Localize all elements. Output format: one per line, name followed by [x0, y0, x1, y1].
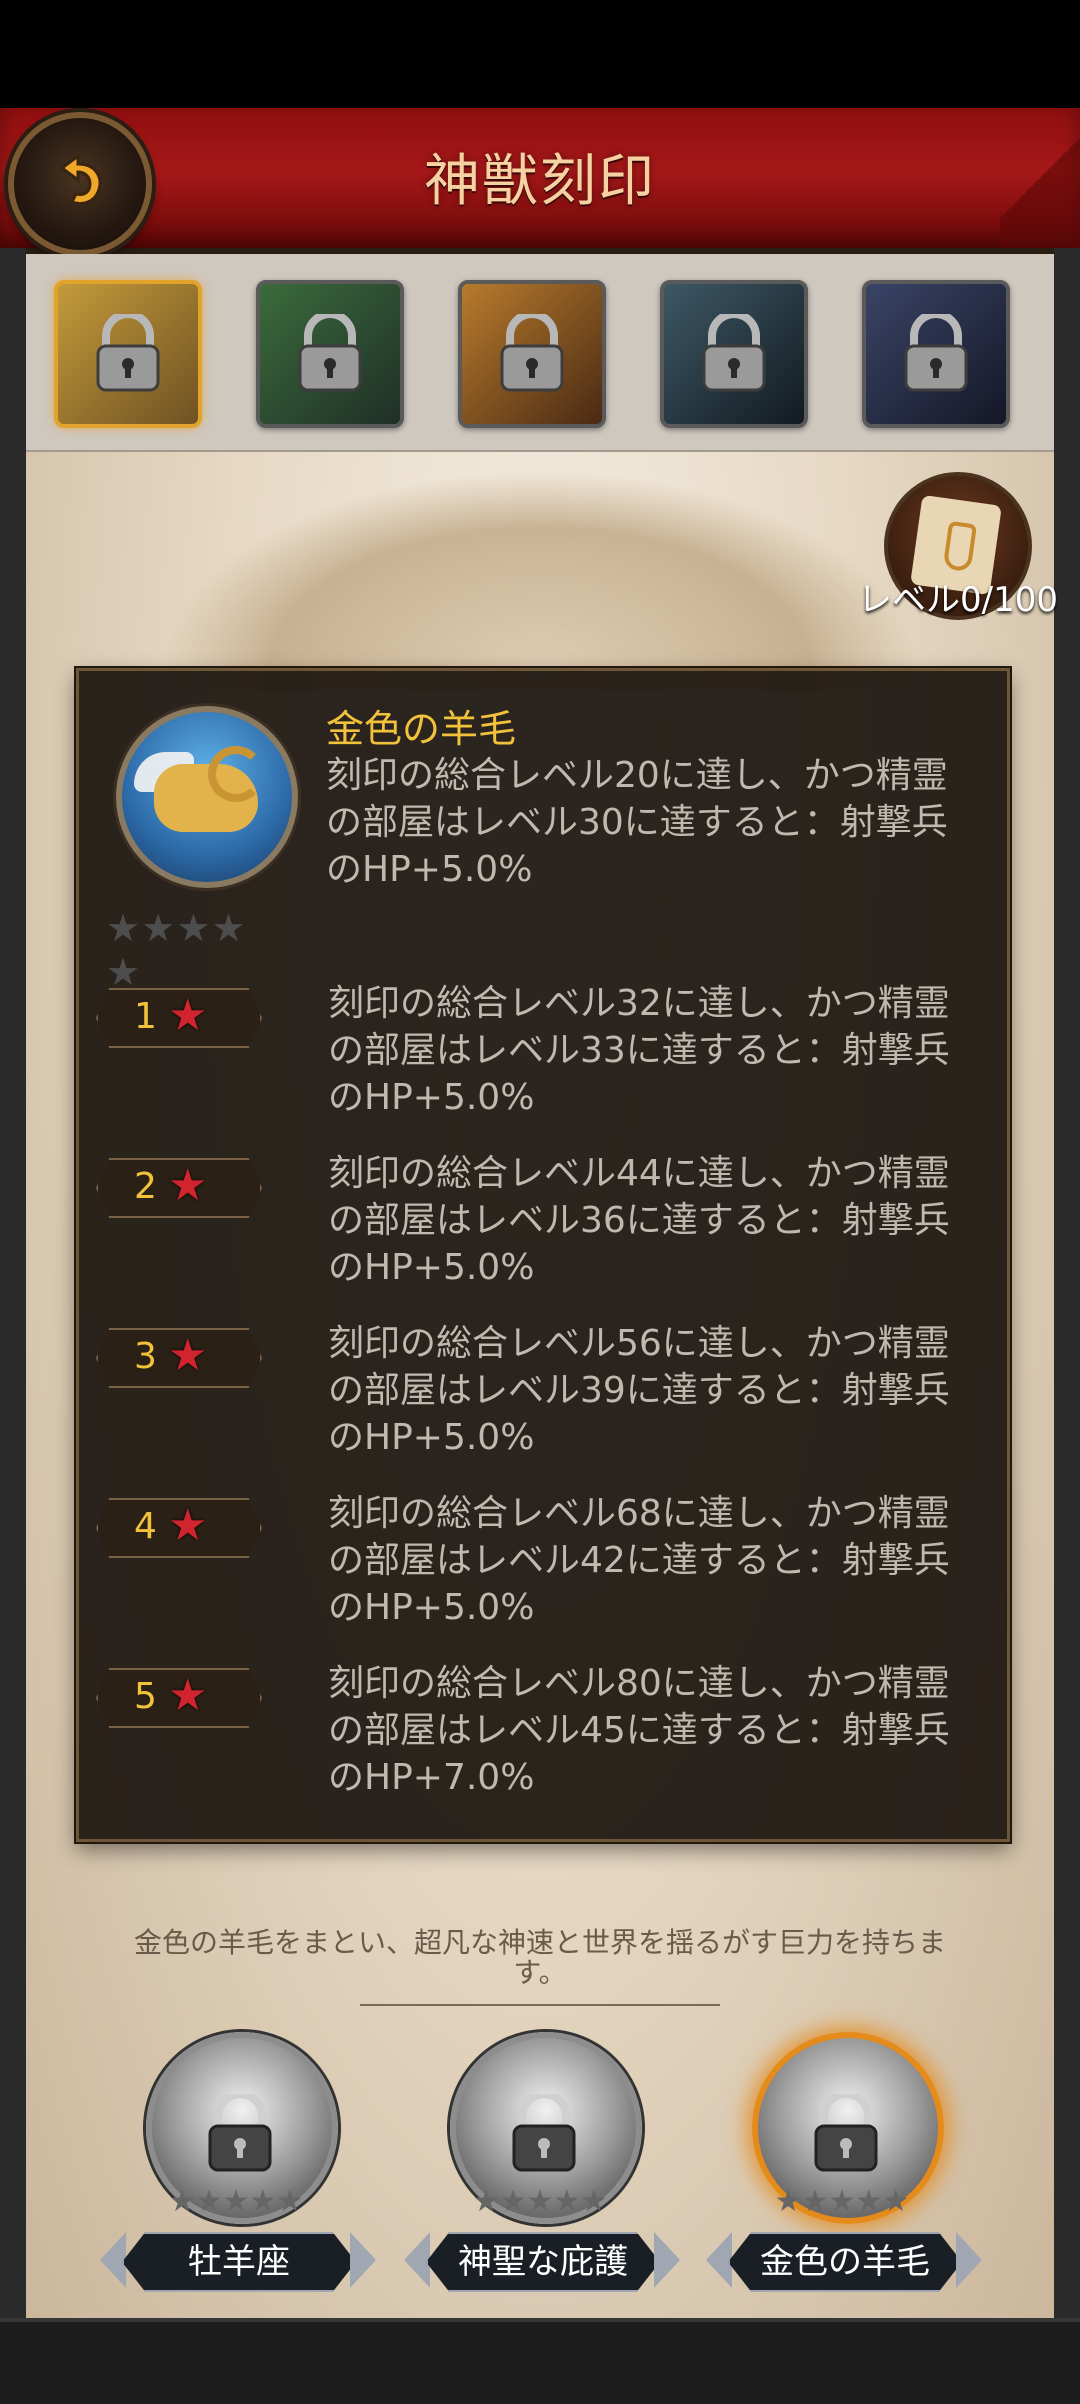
lock-icon [96, 314, 160, 392]
background-sculpture [160, 470, 920, 690]
tier-badge-4: 4 ★ [96, 1498, 262, 1558]
tier-description-4: 刻印の総合レベル68に達し、かつ精霊の部屋はレベル42に達すると：射撃兵のHP+… [328, 1493, 950, 1628]
divine-protection-label[interactable]: 神聖な庇護 [426, 2232, 660, 2292]
page-title: 神獣刻印 [424, 149, 656, 214]
back-button[interactable] [8, 112, 152, 256]
aries-label[interactable]: 牡羊座 [122, 2232, 356, 2292]
tier-badge-1: 1 ★ [96, 988, 262, 1048]
tier-badge-3: 3 ★ [96, 1328, 262, 1388]
star-icon: ★ [168, 1160, 208, 1211]
tier-badge-5: 5 ★ [96, 1668, 262, 1728]
star-icon: ★ [168, 990, 208, 1041]
tier-description-1: 刻印の総合レベル32に達し、かつ精霊の部屋はレベル33に達すると：射撃兵のHP+… [328, 983, 950, 1118]
avatar-star-rating: ★ ★ ★ ★ ★ [106, 906, 277, 994]
tab-wolf[interactable] [862, 280, 1010, 428]
frame-left [0, 248, 26, 2400]
star-icon: ★ [176, 906, 211, 950]
lock-icon [298, 314, 362, 392]
tab-dragon[interactable] [660, 280, 808, 428]
star-icon: ★ [106, 906, 141, 950]
star-icon: ★ [168, 1500, 208, 1551]
tier-number: 1 [134, 996, 157, 1037]
lock-icon [500, 314, 564, 392]
card-title: 金色の羊毛 [326, 707, 517, 751]
tab-lion[interactable] [458, 280, 606, 428]
star-icon: ★ [168, 1670, 208, 1721]
lock-icon [208, 2094, 272, 2172]
star-icon: ★ [211, 906, 246, 950]
level-label: レベル0/100 [858, 580, 1058, 620]
horn-icon [208, 746, 264, 802]
status-bar [0, 0, 1080, 108]
tier-number: 5 [134, 1676, 157, 1717]
star-icon: ★ [141, 906, 176, 950]
lock-icon [814, 2094, 878, 2172]
lock-icon [512, 2094, 576, 2172]
golden-fleece-star-rating: ★★★★★ [774, 2184, 910, 2219]
bottom-bar [0, 2318, 1080, 2404]
lock-icon [702, 314, 766, 392]
tier-number: 2 [134, 1166, 157, 1207]
tier-description-3: 刻印の総合レベル56に達し、かつ精霊の部屋はレベル39に達すると：射撃兵のHP+… [328, 1323, 950, 1458]
lore-text: 金色の羊毛をまとい、超凡な神速と世界を揺るがす巨力を持ちます。 [133, 1926, 946, 1989]
beast-tab-strip [26, 254, 1054, 452]
tab-ram[interactable] [54, 280, 202, 428]
tab-forest-beast[interactable] [256, 280, 404, 428]
aries-star-rating: ★★★★★ [168, 2184, 304, 2219]
golden-fleece-label[interactable]: 金色の羊毛 [728, 2232, 962, 2292]
divider [360, 2004, 720, 2006]
star-icon: ★ [168, 1330, 208, 1381]
tier-description-5: 刻印の総合レベル80に達し、かつ精霊の部屋はレベル45に達すると：射撃兵のHP+… [328, 1663, 950, 1798]
page-header: 神獣刻印 [0, 108, 1080, 254]
frame-right [1054, 248, 1080, 2400]
back-arrow-icon [59, 153, 102, 206]
card-description: 刻印の総合レベル20に達し、かつ精霊の部屋はレベル30に達すると：射撃兵のHP+… [326, 755, 948, 890]
tier-description-2: 刻印の総合レベル44に達し、かつ精霊の部屋はレベル36に達すると：射撃兵のHP+… [328, 1153, 950, 1288]
tier-number: 4 [134, 1506, 157, 1547]
divine-protection-star-rating: ★★★★★ [472, 2184, 608, 2219]
golden-fleece-avatar [116, 706, 298, 888]
lock-icon [904, 314, 968, 392]
tier-number: 3 [134, 1336, 157, 1377]
tier-badge-2: 2 ★ [96, 1158, 262, 1218]
